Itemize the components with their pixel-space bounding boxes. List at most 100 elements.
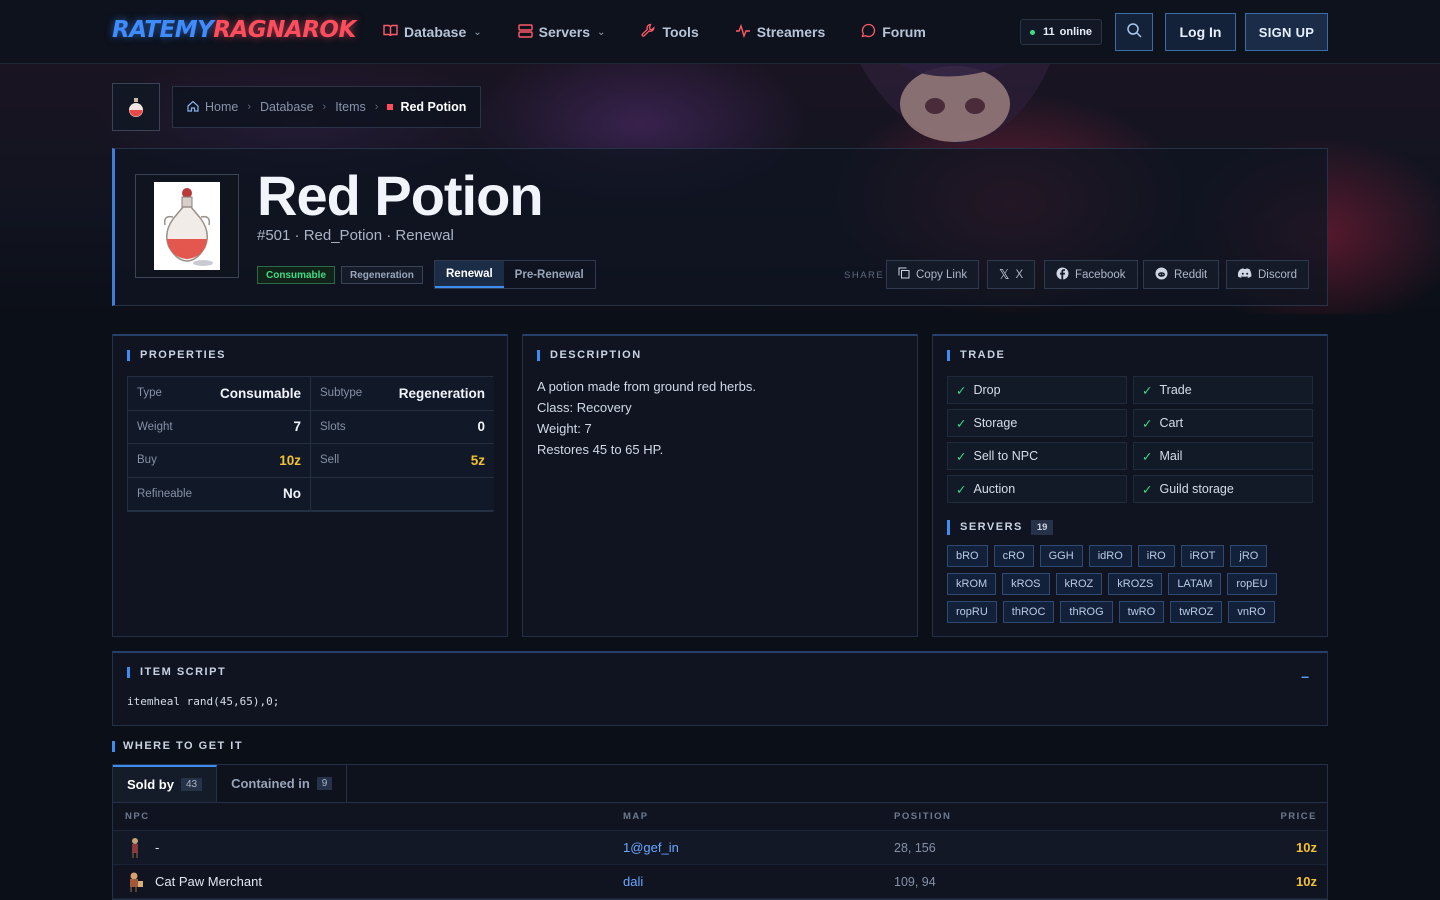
prop-key: Refineable	[137, 487, 192, 500]
check-icon: ✓	[956, 416, 967, 431]
server-chip[interactable]: thROG	[1060, 601, 1113, 623]
nav-item-servers[interactable]: Servers ⌄	[517, 23, 605, 41]
search-icon	[1126, 22, 1142, 43]
trade-grid: ✓ Drop ✓ Trade ✓ Storage ✓ Cart ✓ Sell to NPC…	[947, 376, 1313, 503]
nav-item-label: Tools	[662, 24, 699, 40]
tab-count-badge: 43	[180, 778, 203, 791]
login-button[interactable]: Log In	[1165, 13, 1236, 51]
breadcrumb-database[interactable]: Database	[260, 100, 314, 114]
trade-panel: TRADE ✓ Drop ✓ Trade ✓ Storage ✓ Cart ✓ Sell …	[932, 334, 1328, 637]
map-link[interactable]: 1@gef_in	[623, 840, 894, 855]
version-renewal[interactable]: Renewal	[435, 261, 504, 288]
check-icon: ✓	[1142, 482, 1153, 497]
share-x-button[interactable]: 𝕏 X	[987, 260, 1036, 289]
share-facebook-button[interactable]: Facebook	[1044, 260, 1138, 289]
trade-label: Cart	[1159, 416, 1184, 430]
logo-text-part2: RAGNAROK	[213, 17, 356, 43]
prop-refineable: Refineable No	[128, 477, 311, 511]
prop-weight: Weight 7	[128, 410, 311, 444]
server-chip[interactable]: ropRU	[947, 601, 997, 623]
description-panel: DESCRIPTION A potion made from ground re…	[522, 334, 918, 637]
item-title: Red Potion	[257, 164, 544, 227]
server-chip[interactable]: bRO	[947, 545, 988, 567]
collapse-button[interactable]: –	[1301, 668, 1309, 684]
server-chip[interactable]: GGH	[1039, 545, 1083, 567]
tab-sold-by[interactable]: Sold by 43	[113, 765, 218, 802]
x-icon: 𝕏	[999, 266, 1010, 282]
nav-item-forum[interactable]: Forum	[861, 23, 926, 41]
tab-contained-in[interactable]: Contained in 9	[217, 765, 348, 802]
server-chip[interactable]: ropEU	[1227, 573, 1277, 595]
table-row[interactable]: - 1@gef_in 28, 156 10z	[113, 831, 1327, 865]
check-icon: ✓	[1142, 416, 1153, 431]
trade-auction: ✓ Auction	[947, 475, 1127, 503]
properties-grid: Type Consumable Subtype Regeneration Weigh…	[127, 376, 494, 512]
column-header-price[interactable]: PRICE	[1194, 811, 1317, 822]
check-icon: ✓	[1142, 449, 1153, 464]
column-header-map[interactable]: MAP	[623, 811, 894, 822]
server-chip[interactable]: LATAM	[1168, 573, 1222, 595]
version-pre-renewal[interactable]: Pre-Renewal	[504, 261, 595, 288]
share-discord-button[interactable]: Discord	[1226, 260, 1309, 289]
server-chip[interactable]: iRO	[1137, 545, 1175, 567]
check-icon: ✓	[956, 482, 967, 497]
server-chip[interactable]: kROM	[947, 573, 997, 595]
column-header-position[interactable]: POSITION	[894, 811, 1194, 822]
prop-type: Type Consumable	[128, 377, 311, 411]
breadcrumb-home[interactable]: Home	[205, 100, 238, 114]
prop-key: Slots	[320, 420, 346, 433]
server-chip[interactable]: jRO	[1230, 545, 1268, 567]
item-script-card: ITEM SCRIPT – itemheal rand(45,65),0;	[112, 651, 1328, 726]
item-script-code: itemheal rand(45,65),0;	[127, 695, 280, 708]
server-chip[interactable]: twRO	[1118, 601, 1165, 623]
column-header-npc[interactable]: NPC	[113, 811, 623, 822]
prop-value: 0	[477, 419, 485, 435]
trade-label: Drop	[973, 383, 1001, 397]
top-navbar: RATEMYRAGNAROK Database ⌄ Servers ⌄ Tool…	[0, 0, 1440, 64]
server-chip[interactable]: kROZ	[1055, 573, 1103, 595]
prop-key: Type	[137, 387, 162, 400]
prop-sell: Sell 5z	[311, 444, 494, 478]
trade-trade: ✓ Trade	[1133, 376, 1313, 404]
price-value: 10z	[1296, 874, 1317, 889]
trade-sell-npc: ✓ Sell to NPC	[947, 442, 1127, 470]
server-chip[interactable]: thROC	[1002, 601, 1055, 623]
tag-consumable[interactable]: Consumable	[257, 266, 336, 284]
search-button[interactable]	[1115, 13, 1153, 51]
table-row[interactable]: Cat Paw Merchant dali 109, 94 10z	[113, 865, 1327, 899]
copy-link-label: Copy Link	[916, 268, 968, 281]
nav-item-label: Streamers	[756, 24, 826, 40]
servers-count-badge: 19	[1030, 520, 1054, 535]
server-chip[interactable]: cRO	[993, 545, 1034, 567]
server-chip[interactable]: twROZ	[1170, 601, 1223, 623]
breadcrumb-items[interactable]: Items	[335, 100, 366, 114]
nav-item-label: Database	[404, 24, 467, 40]
server-chip[interactable]: iROT	[1180, 545, 1225, 567]
signup-button[interactable]: SIGN UP	[1245, 13, 1328, 51]
trade-storage: ✓ Storage	[947, 409, 1127, 437]
site-logo[interactable]: RATEMYRAGNAROK	[112, 17, 356, 43]
nav-item-database[interactable]: Database ⌄	[383, 24, 482, 40]
discord-icon	[1237, 267, 1252, 282]
activity-icon	[735, 23, 751, 41]
prop-value: 10z	[279, 452, 301, 468]
tag-regeneration[interactable]: Regeneration	[341, 266, 423, 284]
server-chip[interactable]: kROS	[1002, 573, 1050, 595]
server-chip[interactable]: idRO	[1088, 545, 1132, 567]
tab-count-badge: 9	[316, 777, 333, 790]
nav-item-tools[interactable]: Tools	[641, 23, 699, 41]
nav-item-streamers[interactable]: Streamers	[735, 23, 826, 41]
prop-value: Regeneration	[398, 385, 485, 401]
item-subtitle: #501 · Red_Potion · Renewal	[257, 227, 454, 244]
server-chip[interactable]: kROZS	[1108, 573, 1163, 595]
server-chip[interactable]: vnRO	[1228, 601, 1275, 623]
share-reddit-button[interactable]: Reddit	[1143, 260, 1220, 289]
home-icon	[187, 100, 199, 115]
map-link[interactable]: dali	[623, 874, 894, 889]
chevron-right-icon: ›	[374, 101, 379, 113]
copy-link-button[interactable]: Copy Link	[886, 260, 980, 289]
potion-icon	[129, 98, 143, 117]
description-line: A potion made from ground red herbs.	[537, 379, 756, 394]
share-x-label: X	[1015, 268, 1024, 281]
chat-icon	[861, 23, 876, 41]
